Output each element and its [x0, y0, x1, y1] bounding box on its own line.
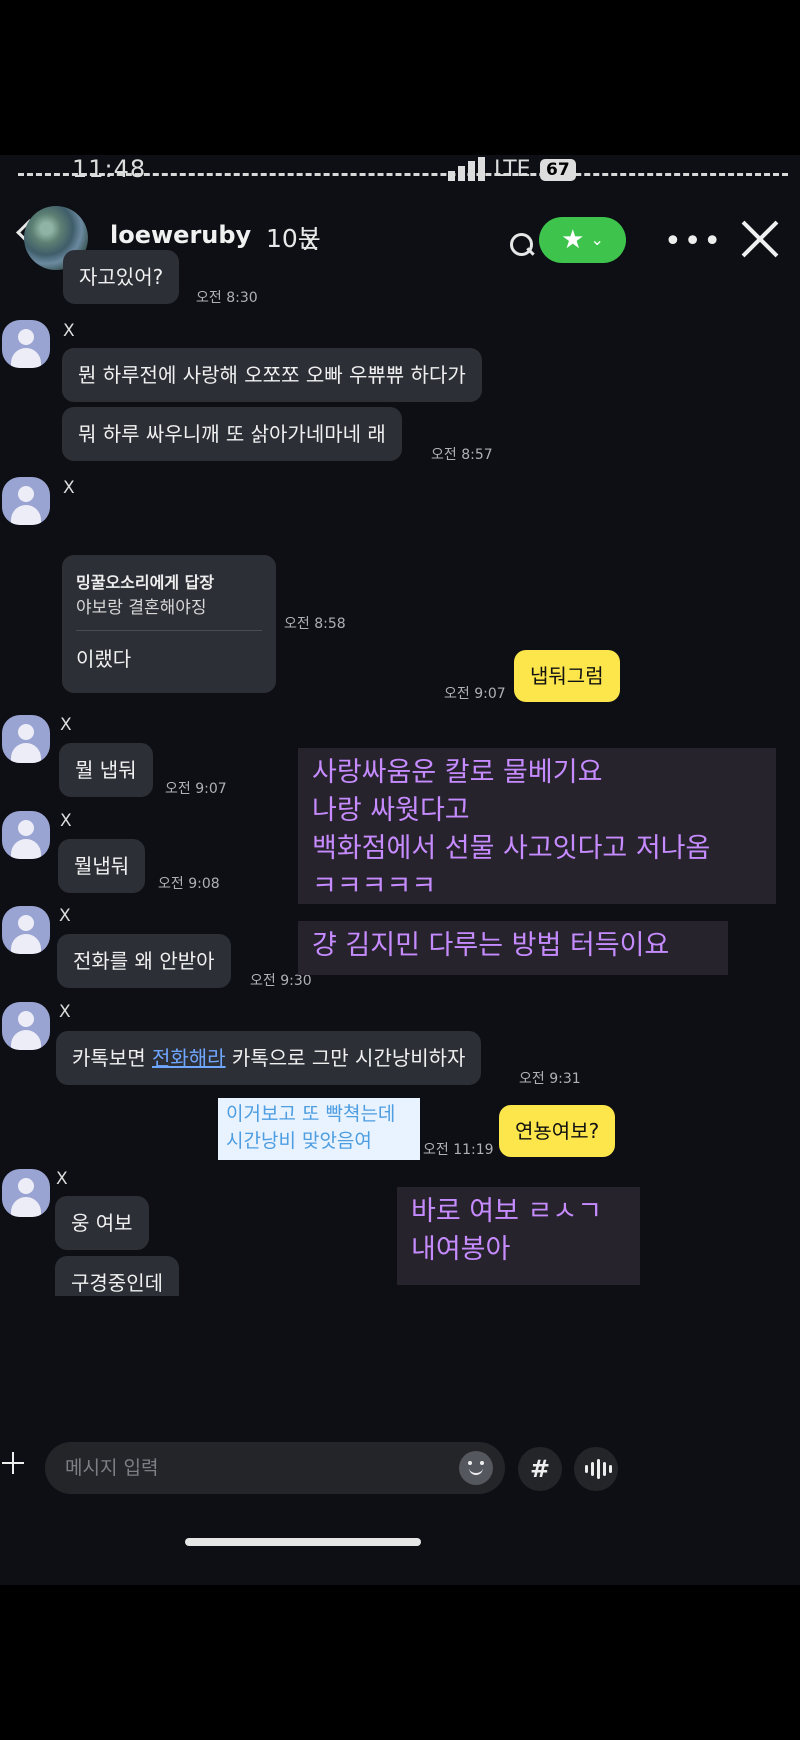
message-time: 오전 11:19	[423, 1142, 494, 1158]
home-indicator[interactable]	[185, 1538, 421, 1546]
divider	[76, 630, 262, 631]
voice-button[interactable]	[574, 1447, 618, 1491]
close-icon[interactable]	[738, 217, 782, 261]
message-time: 오전 9:31	[519, 1071, 581, 1087]
message-time: 오전 8:58	[284, 616, 346, 632]
sender-name: X	[60, 715, 72, 735]
message-text: 카톡으로 그만 시간낭비하자	[225, 1046, 466, 1070]
hashtag-icon: #	[529, 1455, 551, 1483]
message-time: 오전 9:07	[165, 781, 227, 797]
message-bubble[interactable]: 뭘 냅둬	[59, 743, 153, 797]
overlay-line: 이거보고 또 빡쳑는데	[226, 1103, 396, 1125]
sender-name: X	[60, 811, 72, 831]
overlay-text-box: 사랑싸움운 칼로 물베기요 나랑 싸웟다고 백화점에서 선물 사고잇다고 저나옴…	[298, 748, 776, 904]
battery-indicator: 67	[540, 159, 576, 181]
reply-text: 이랬다	[76, 647, 132, 671]
message-bubble[interactable]: 웅 여보	[55, 1196, 149, 1250]
phone-link[interactable]: 전화해라	[152, 1046, 226, 1070]
message-composer	[45, 1442, 505, 1494]
my-message-bubble[interactable]: 연뇽여보?	[499, 1105, 616, 1157]
message-text: 카톡보면	[72, 1046, 152, 1070]
overlay-line: 걍 김지민 다루는 방법 터득이요	[312, 930, 670, 961]
hashtag-button[interactable]: #	[518, 1447, 562, 1491]
more-dots-icon[interactable]: •••	[664, 224, 723, 259]
plus-icon[interactable]	[2, 1452, 24, 1474]
avatar[interactable]	[2, 320, 50, 368]
voice-wave-icon	[585, 1459, 612, 1479]
message-time: 오전 9:07	[444, 686, 506, 702]
overlay-line: ㅋㅋㅋㅋㅋ	[312, 871, 437, 902]
overlay-line: 사랑싸움운 칼로 물베기요	[312, 757, 603, 788]
story-username[interactable]: loeweruby	[110, 221, 251, 249]
my-message-bubble[interactable]: 냅둬그럼	[514, 650, 620, 702]
avatar[interactable]	[2, 477, 50, 525]
sender-name: X	[63, 321, 75, 341]
message-time: 오전 8:57	[431, 447, 493, 463]
message-bubble[interactable]: 자고있어?	[63, 250, 180, 304]
signal-icon	[448, 157, 485, 181]
overlay-line: 나랑 싸웟다고	[312, 795, 470, 826]
message-time: 오전 8:30	[196, 290, 258, 306]
avatar[interactable]	[2, 715, 50, 763]
story-screen: 11:48 LTE 67 loeweruby 10분 X ★ ⌄ ••• 자고있…	[0, 155, 800, 1585]
message-bubble[interactable]: 뭐 하루 싸우니깨 또 삵아가네마네 래	[62, 407, 402, 461]
search-icon[interactable]	[510, 233, 536, 259]
message-time: 오전 9:08	[158, 876, 220, 892]
sender-name: X	[63, 478, 75, 498]
sender-name: X	[56, 1169, 68, 1189]
message-bubble[interactable]: 구경중인데	[55, 1256, 179, 1296]
sender-name: X	[59, 1002, 71, 1022]
overlay-text-box: 바로 여보 ㄹㅅㄱ 내여봉아	[397, 1187, 640, 1285]
emoji-icon[interactable]	[459, 1451, 493, 1485]
overlay-line: 내여봉아	[411, 1234, 511, 1265]
avatar[interactable]	[2, 1169, 50, 1217]
network-label: LTE	[494, 157, 531, 182]
avatar[interactable]	[2, 811, 50, 859]
chevron-down-icon: ⌄	[590, 230, 604, 249]
message-bubble[interactable]: 뭘냅둬	[58, 839, 146, 893]
status-time: 11:48	[72, 155, 147, 183]
message-bubble[interactable]: 전화를 왜 안받아	[57, 934, 231, 988]
reply-header: 밍꿀오소리에게 답장	[76, 573, 215, 592]
overlay-line: 바로 여보 ㄹㅅㄱ	[411, 1196, 603, 1227]
star-sticker[interactable]: ★ ⌄	[539, 217, 626, 263]
sender-name: X	[59, 906, 71, 926]
overlay-text-box: 걍 김지민 다루는 방법 터득이요	[298, 921, 728, 975]
message-bubble[interactable]: 카톡보면 전화해라 카톡으로 그만 시간낭비하자	[56, 1031, 482, 1085]
message-input[interactable]	[65, 1442, 445, 1494]
story-x-mark: X	[303, 231, 319, 256]
message-bubble[interactable]: 뭔 하루전에 사랑해 오쪼쪼 오빠 우쀼쀼 하다가	[62, 348, 482, 402]
reply-quote: 야보랑 결혼해야징	[76, 598, 207, 618]
overlay-line: 시간낭비 맞앗음여	[226, 1130, 372, 1152]
reply-message-bubble[interactable]: 밍꿀오소리에게 답장 야보랑 결혼해야징 이랬다	[62, 555, 276, 693]
avatar[interactable]	[2, 906, 50, 954]
overlay-line: 백화점에서 선물 사고잇다고 저나옴	[312, 833, 711, 864]
star-icon: ★	[561, 225, 585, 255]
overlay-note-box: 이거보고 또 빡쳑는데 시간낭비 맞앗음여	[218, 1098, 420, 1160]
avatar[interactable]	[2, 1002, 50, 1050]
